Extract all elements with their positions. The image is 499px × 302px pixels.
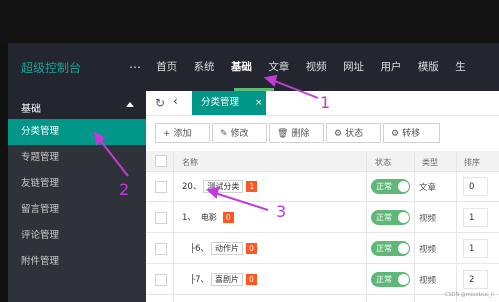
- status-toggle[interactable]: 正常: [371, 272, 410, 287]
- sidebar-item-comments[interactable]: 评论管理: [8, 223, 146, 249]
- top-header: 超级控制台 … 首页 系统 基础 文章 视频 网址 用户 模版 生: [8, 43, 499, 91]
- nav-template[interactable]: 模版: [410, 43, 447, 91]
- transfer-button[interactable]: ⚙ 转移: [383, 123, 440, 143]
- close-icon[interactable]: ×: [255, 91, 263, 115]
- sidebar-item-attachments[interactable]: 附件管理: [8, 249, 146, 275]
- column-sort: 排序: [464, 158, 480, 167]
- nav-article[interactable]: 文章: [260, 43, 297, 91]
- annotation-number-3: 3: [276, 202, 287, 221]
- row-name: 20、 测试分类 1: [182, 180, 258, 193]
- table-header: 名称 状态 类型 排序: [146, 151, 499, 172]
- row-name: 1、 电影 0: [182, 211, 234, 223]
- category-label: 动作片: [211, 242, 244, 255]
- row-name: ├6、 动作片 0: [190, 242, 257, 255]
- gear-icon: ⚙: [391, 129, 400, 139]
- annotation-number-1: 1: [320, 93, 331, 112]
- nav-generate[interactable]: 生: [447, 43, 474, 91]
- row-checkbox[interactable]: [155, 212, 167, 224]
- tab-label: 分类管理: [201, 97, 240, 108]
- category-label: 喜剧片: [211, 273, 244, 286]
- row-type: 文章: [419, 183, 437, 193]
- table-row: ├7、 喜剧片 0 正常 视频 2: [146, 264, 499, 295]
- row-type: 视频: [419, 245, 437, 255]
- count-badge: 1: [246, 181, 258, 192]
- category-label: 测试分类: [203, 180, 244, 193]
- row-checkbox[interactable]: [155, 243, 167, 255]
- sidebar-item-topic[interactable]: 专题管理: [8, 145, 146, 171]
- brand-title: 超级控制台: [21, 61, 82, 75]
- count-badge: 0: [222, 212, 234, 223]
- annotation-number-2: 2: [119, 180, 130, 199]
- row-checkbox[interactable]: [155, 274, 167, 286]
- top-nav: 首页 系统 基础 文章 视频 网址 用户 模版 生: [148, 43, 474, 91]
- category-label: 电影: [200, 213, 217, 222]
- sort-input[interactable]: 2: [463, 270, 488, 289]
- row-name: ├7、 喜剧片 0: [190, 273, 257, 286]
- table-row: ├6、 动作片 0 正常 视频 1: [146, 233, 499, 264]
- gear-icon: ⚙: [334, 129, 343, 139]
- status-button[interactable]: ⚙ 状态: [326, 123, 381, 143]
- sidebar-section-basic[interactable]: 基础: [8, 91, 146, 119]
- column-type: 类型: [422, 158, 438, 167]
- sidebar-item-messages[interactable]: 留言管理: [8, 197, 146, 223]
- refresh-icon[interactable]: ↻: [155, 96, 165, 110]
- nav-system[interactable]: 系统: [185, 43, 222, 91]
- nav-url[interactable]: 网址: [335, 43, 372, 91]
- row-checkbox[interactable]: [155, 181, 167, 193]
- count-badge: 0: [246, 243, 257, 254]
- nav-home[interactable]: 首页: [148, 43, 185, 91]
- trash-icon: 🗑: [277, 129, 289, 139]
- sort-input[interactable]: 0: [463, 177, 488, 196]
- row-type: 视频: [419, 276, 437, 286]
- table-row: 1、 电影 0 正常 视频 1: [146, 202, 499, 233]
- column-status: 状态: [375, 158, 391, 167]
- row-type: 视频: [419, 214, 437, 224]
- nav-basic[interactable]: 基础: [223, 43, 260, 91]
- column-divider: [414, 151, 415, 302]
- plus-icon: +: [163, 129, 171, 139]
- column-divider: [173, 151, 174, 302]
- count-badge: 0: [246, 274, 257, 285]
- watermark: CSDN @moudzuc_li: [445, 292, 494, 298]
- edit-button[interactable]: ✎ 修改: [212, 123, 267, 143]
- tab-category[interactable]: 分类管理 ×: [192, 91, 266, 115]
- sort-input[interactable]: 1: [463, 208, 488, 227]
- toggle-knob: [398, 181, 409, 192]
- toggle-knob: [398, 212, 409, 223]
- status-toggle[interactable]: 正常: [371, 210, 410, 225]
- sort-input[interactable]: 1: [463, 239, 488, 258]
- more-menu-icon[interactable]: …: [129, 57, 141, 71]
- toggle-knob: [398, 274, 409, 285]
- delete-button[interactable]: 🗑 删除: [269, 123, 324, 143]
- column-divider: [366, 151, 367, 302]
- select-all-checkbox[interactable]: [155, 155, 167, 167]
- sidebar-section-label: 基础: [21, 104, 41, 115]
- admin-console: 超级控制台 … 首页 系统 基础 文章 视频 网址 用户 模版 生 基础 分类管…: [8, 43, 499, 302]
- toggle-knob: [398, 243, 409, 254]
- pencil-icon: ✎: [220, 129, 228, 139]
- nav-user[interactable]: 用户: [372, 43, 409, 91]
- nav-video[interactable]: 视频: [298, 43, 335, 91]
- status-toggle[interactable]: 正常: [371, 241, 410, 256]
- column-name: 名称: [182, 158, 198, 167]
- add-button[interactable]: + 添加: [155, 123, 210, 143]
- status-toggle[interactable]: 正常: [371, 179, 410, 194]
- top-background: [0, 0, 499, 43]
- sidebar-item-category[interactable]: 分类管理: [8, 119, 146, 145]
- chevron-left-icon[interactable]: ‹: [173, 94, 178, 108]
- column-divider: [456, 151, 457, 302]
- table-row: 20、 测试分类 1 正常 文章 0: [146, 171, 499, 202]
- caret-up-icon: [126, 102, 134, 107]
